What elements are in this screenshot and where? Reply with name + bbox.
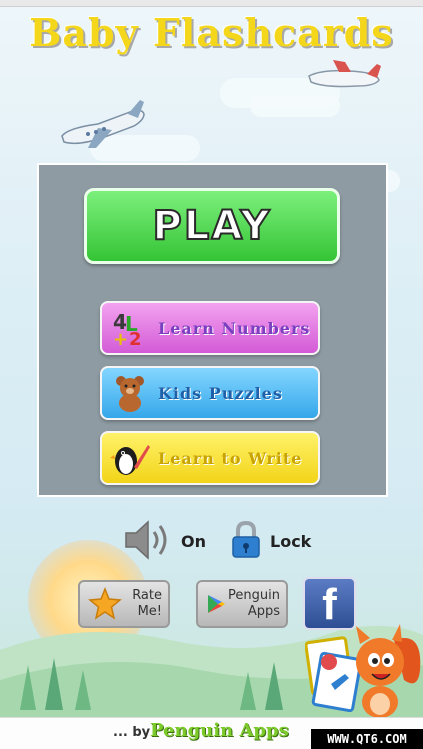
by-text: ... by	[113, 725, 151, 740]
watermark: WWW.QT6.COM	[311, 729, 423, 749]
rate-label-line1: Rate	[132, 588, 162, 603]
facebook-icon: f	[322, 580, 337, 629]
play-button[interactable]: PLAY	[84, 188, 340, 264]
numbers-blocks-icon: 4 L + 2	[110, 308, 150, 348]
airplane-right-icon	[308, 60, 381, 88]
app-screen: Baby Flashcards PLAY 4 L + 2 Learn Numbe…	[0, 0, 423, 749]
speaker-icon[interactable]	[122, 518, 172, 562]
penguin-pencil-icon	[110, 438, 150, 478]
status-bar	[0, 0, 423, 7]
kids-puzzles-button[interactable]: Kids Puzzles	[100, 366, 320, 420]
airplane-left-icon	[61, 100, 145, 148]
rate-me-button[interactable]: Rate Me!	[78, 580, 170, 628]
play-label: PLAY	[152, 202, 272, 250]
squirrel-mascot-icon	[356, 624, 421, 718]
apps-label-line2: Apps	[247, 604, 280, 619]
apps-label-line1: Penguin	[228, 588, 280, 603]
svg-text:+: +	[113, 329, 128, 347]
cloud	[250, 95, 340, 117]
learn-to-write-button[interactable]: Learn to Write	[100, 431, 320, 485]
rate-label-line2: Me!	[137, 604, 162, 619]
lock-icon[interactable]	[230, 521, 262, 559]
app-title: Baby Flashcards	[29, 10, 394, 55]
penguin-apps-label: Penguin Apps	[226, 588, 286, 620]
lock-label[interactable]: Lock	[270, 532, 311, 551]
teddy-bear-icon	[110, 373, 150, 413]
learn-numbers-label: Learn Numbers	[158, 318, 311, 338]
learn-to-write-label: Learn to Write	[158, 448, 303, 468]
rate-me-label: Rate Me!	[122, 588, 168, 620]
learn-numbers-button[interactable]: 4 L + 2 Learn Numbers	[100, 301, 320, 355]
kids-puzzles-label: Kids Puzzles	[158, 383, 283, 403]
penguin-apps-logo[interactable]: Penguin Apps	[150, 720, 289, 741]
star-icon	[88, 587, 122, 620]
sound-status-label[interactable]: On	[181, 532, 206, 551]
play-store-icon	[208, 595, 225, 613]
penguin-apps-button[interactable]: Penguin Apps	[196, 580, 288, 628]
svg-text:2: 2	[129, 329, 142, 347]
